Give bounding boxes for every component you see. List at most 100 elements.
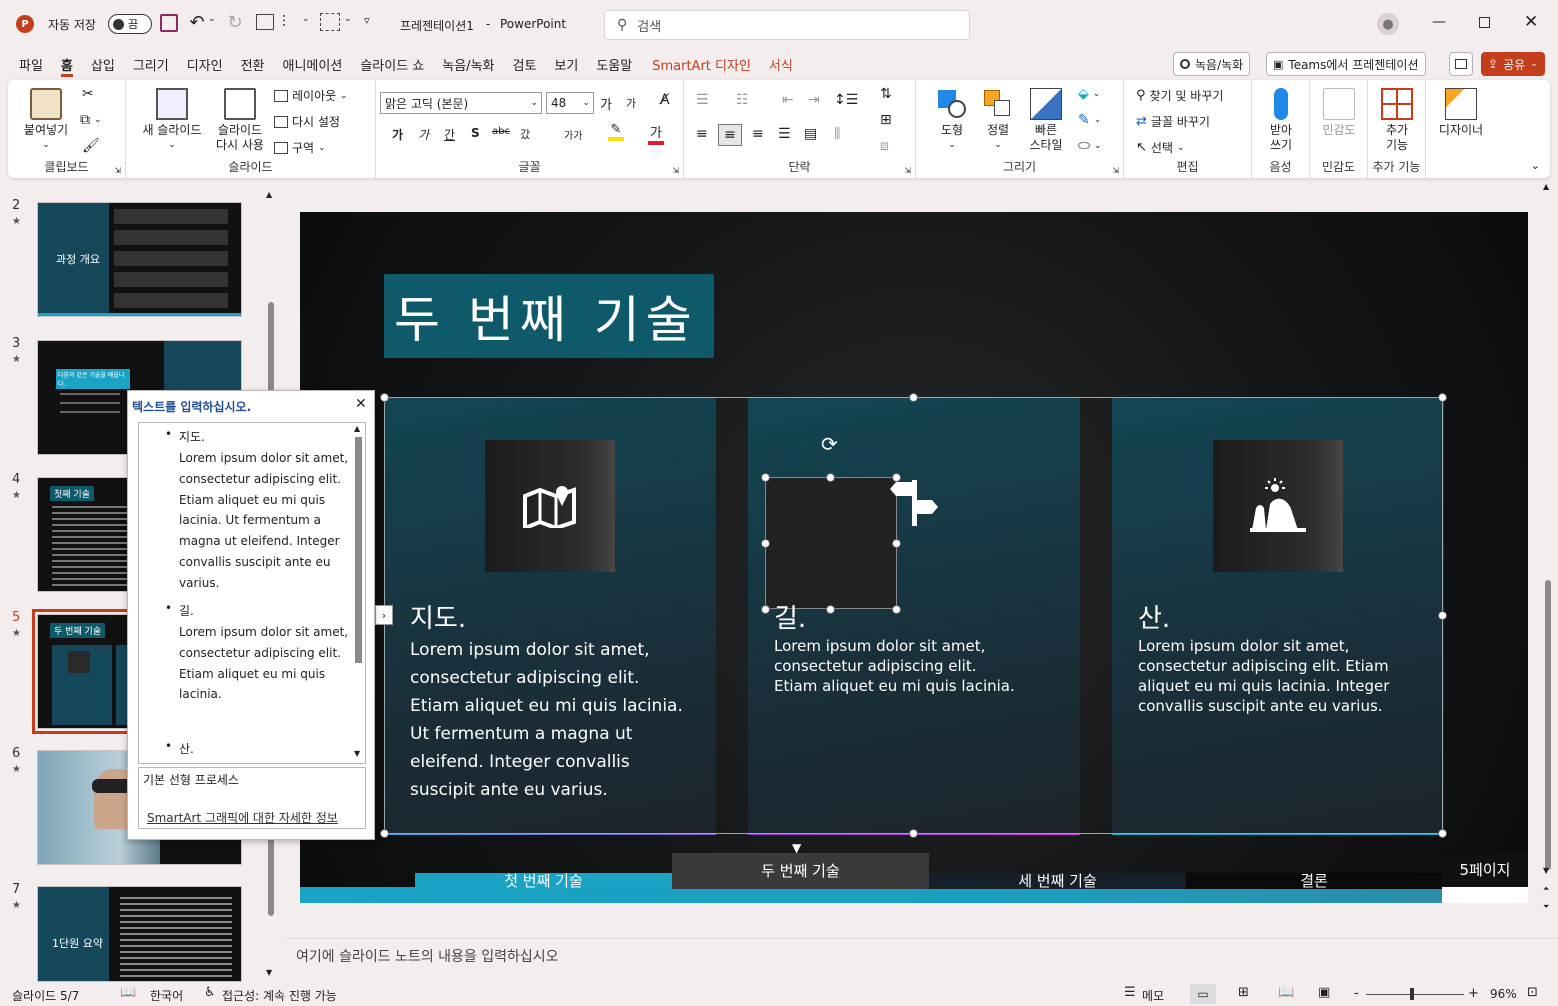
shape-fill-icon[interactable]: ⬙ ⌄ bbox=[1078, 86, 1100, 102]
shape-outline-icon[interactable]: ✎ ⌄ bbox=[1078, 112, 1101, 128]
nav-tab-2-active[interactable]: 두 번째 기술 bbox=[672, 853, 929, 889]
shape-handle[interactable] bbox=[826, 605, 835, 614]
tab-view[interactable]: 보기 bbox=[545, 51, 587, 77]
cut-icon[interactable]: ✂ bbox=[82, 86, 94, 102]
clear-format-icon[interactable]: A̸ bbox=[660, 92, 670, 108]
card-title-3[interactable]: 산. bbox=[1138, 598, 1170, 635]
columns-icon[interactable]: ⫼ bbox=[834, 126, 840, 142]
shrink-font-button[interactable]: 가 bbox=[626, 95, 636, 111]
account-avatar-icon[interactable]: ● bbox=[1377, 13, 1399, 35]
shape-handle[interactable] bbox=[892, 539, 901, 548]
zoom-in-button[interactable]: + bbox=[1468, 986, 1479, 1001]
select-button[interactable]: ↖ 선택 ⌄ bbox=[1136, 139, 1185, 156]
text-pane-line[interactable]: Lorem ipsum dolor sit amet, bbox=[179, 622, 348, 643]
tab-draw[interactable]: 그리기 bbox=[124, 51, 178, 77]
fit-to-window-icon[interactable]: ⊡ bbox=[1527, 985, 1538, 1000]
zoom-slider-thumb[interactable] bbox=[1410, 988, 1414, 1000]
shape-handle[interactable] bbox=[892, 473, 901, 482]
resize-handle[interactable] bbox=[1438, 829, 1447, 838]
nav-tab-3[interactable]: 세 번째 기술 bbox=[929, 873, 1186, 889]
italic-button[interactable]: 가 bbox=[418, 126, 429, 143]
next-slide-icon[interactable]: ⏷ bbox=[1543, 902, 1549, 912]
align-icon[interactable]: ⫶ bbox=[282, 12, 286, 32]
notes-toggle-label[interactable]: 메모 bbox=[1142, 987, 1164, 1004]
resize-handle[interactable] bbox=[909, 829, 918, 838]
scroll-up-icon[interactable]: ▲ bbox=[354, 424, 360, 433]
customize-qat-icon[interactable]: ▿ bbox=[364, 14, 370, 27]
tab-format[interactable]: 서식 bbox=[760, 51, 802, 77]
font-size-combo[interactable]: 48 ⌄ bbox=[546, 92, 594, 114]
share-button[interactable]: ⇪ 공유 ⌄ bbox=[1481, 52, 1545, 76]
clipboard-launcher-icon[interactable]: ⇲ bbox=[114, 166, 121, 175]
change-case-button[interactable]: 가가 bbox=[564, 127, 582, 142]
undo-dropdown-icon[interactable]: ⌄ bbox=[208, 14, 216, 24]
notes-toggle-icon[interactable]: ☰ bbox=[1124, 985, 1136, 1000]
tab-slideshow[interactable]: 슬라이드 쇼 bbox=[351, 51, 433, 77]
resize-handle[interactable] bbox=[909, 393, 918, 402]
rotate-handle-icon[interactable]: ⟳ bbox=[821, 432, 838, 456]
shape-handle[interactable] bbox=[761, 473, 770, 482]
minimize-icon[interactable]: — bbox=[1432, 14, 1446, 30]
card-icon-box-2-selected[interactable] bbox=[765, 477, 897, 609]
align-text-icon[interactable]: ⊞ bbox=[880, 112, 892, 128]
tab-review[interactable]: 검토 bbox=[504, 51, 546, 77]
text-pane-line[interactable]: Etiam aliquet eu mi quis bbox=[179, 490, 325, 511]
card-icon-box-1[interactable] bbox=[485, 440, 615, 572]
close-window-icon[interactable]: ✕ bbox=[1524, 12, 1538, 32]
copy-icon[interactable]: ⧉ ⌄ bbox=[80, 112, 102, 128]
scroll-down-icon[interactable]: ▼ bbox=[354, 749, 360, 758]
text-pane-editor[interactable]: • 지도. Lorem ipsum dolor sit amet, consec… bbox=[138, 422, 366, 764]
smartart-more-info-link[interactable]: SmartArt 그래픽에 대한 자세한 정보 bbox=[147, 809, 338, 826]
card-title-2[interactable]: 길. bbox=[774, 598, 806, 635]
card-body-3[interactable]: Lorem ipsum dolor sit amet, consectetur … bbox=[1138, 636, 1408, 716]
tab-home[interactable]: 홈 bbox=[52, 51, 82, 77]
spell-check-icon[interactable]: 📖 bbox=[120, 985, 136, 1000]
card-body-1[interactable]: Lorem ipsum dolor sit amet, consectetur … bbox=[410, 636, 690, 804]
font-name-combo[interactable]: 맑은 고딕 (본문) ⌄ bbox=[380, 92, 542, 114]
scroll-down-icon[interactable]: ▼ bbox=[266, 968, 272, 977]
save-icon[interactable] bbox=[160, 14, 178, 32]
distribute-icon[interactable]: ▤ bbox=[804, 126, 817, 142]
accessibility-icon[interactable]: ♿ bbox=[204, 985, 216, 1000]
tab-animations[interactable]: 애니메이션 bbox=[274, 51, 352, 77]
text-pane-line[interactable]: convallis suscipit ante eu bbox=[179, 552, 330, 573]
ribbon-collapse-icon[interactable]: ⌄ bbox=[1531, 159, 1540, 172]
text-pane-line[interactable]: lacinia. bbox=[179, 684, 222, 705]
text-pane-item-head[interactable]: 지도. bbox=[179, 427, 205, 448]
reuse-slides-button[interactable]: 슬라이드 다시 사용 bbox=[210, 88, 270, 153]
resize-handle[interactable] bbox=[380, 393, 389, 402]
line-spacing-icon[interactable]: ↕☰ bbox=[834, 92, 858, 108]
new-slide-button[interactable]: 새 슬라이드 ⌄ bbox=[140, 88, 204, 153]
slide-thumbnail-7[interactable]: 1단원 요약 bbox=[37, 886, 242, 982]
text-pane-expand-icon[interactable]: › bbox=[375, 605, 393, 625]
drawing-launcher-icon[interactable]: ⇲ bbox=[1112, 166, 1119, 175]
language-label[interactable]: 한국어 bbox=[150, 987, 183, 1004]
comments-button[interactable] bbox=[1449, 52, 1473, 76]
reset-button[interactable]: 다시 설정 bbox=[274, 113, 340, 130]
underline-button[interactable]: 간 bbox=[444, 126, 455, 143]
sensitivity-button[interactable]: 민감도 bbox=[1316, 88, 1362, 138]
shapes-button[interactable]: 도형 ⌄ bbox=[932, 88, 972, 153]
shape-handle[interactable] bbox=[826, 473, 835, 482]
addins-button[interactable]: 추가 기능 bbox=[1374, 88, 1420, 153]
notes-pane[interactable]: 여기에 슬라이드 노트의 내용을 입력하십시오 bbox=[286, 938, 1558, 982]
tab-file[interactable]: 파일 bbox=[10, 51, 52, 77]
normal-view-icon[interactable]: ▭ bbox=[1190, 984, 1216, 1004]
scroll-down-icon[interactable]: ▼ bbox=[1543, 866, 1549, 875]
align-left-icon[interactable]: ≡ bbox=[696, 126, 708, 142]
undo-icon[interactable]: ↶ bbox=[188, 12, 206, 33]
align-right-icon[interactable]: ≡ bbox=[752, 126, 764, 142]
replace-font-button[interactable]: ⇄ 글꼴 바꾸기 bbox=[1136, 113, 1210, 130]
tab-help[interactable]: 도움말 bbox=[587, 51, 641, 77]
text-pane-line[interactable]: lacinia. Ut fermentum a bbox=[179, 510, 321, 531]
slide-sorter-icon[interactable]: ⊞ bbox=[1238, 985, 1249, 1000]
smartart-convert-icon[interactable]: ⧈ bbox=[880, 138, 889, 154]
resize-handle[interactable] bbox=[380, 829, 389, 838]
slide-thumbnail-2[interactable]: 과정 개요 bbox=[37, 202, 242, 317]
shape-handle[interactable] bbox=[761, 539, 770, 548]
nav-tab-1[interactable]: 첫 번째 기술 bbox=[415, 873, 672, 889]
justify-icon[interactable]: ☰ bbox=[778, 126, 791, 142]
maximize-icon[interactable] bbox=[1479, 17, 1490, 28]
from-beginning-icon[interactable] bbox=[256, 14, 274, 30]
decrease-indent-icon[interactable]: ⇤ bbox=[782, 92, 794, 108]
